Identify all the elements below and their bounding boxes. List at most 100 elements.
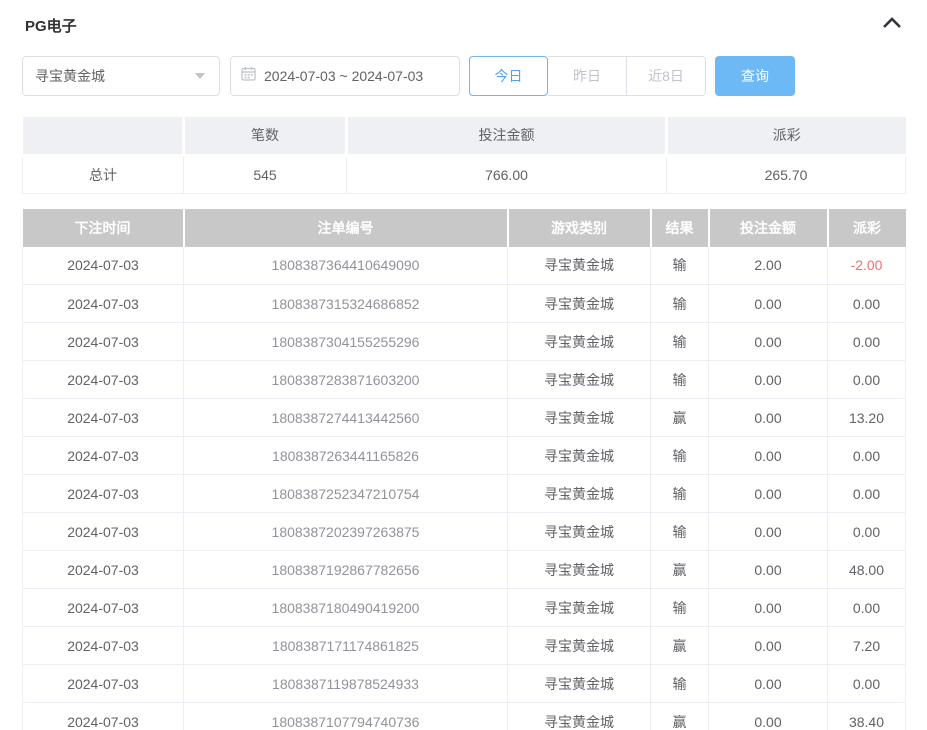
result-cell: 输: [651, 475, 709, 513]
bet-id-cell: 1808387252347210754: [184, 475, 508, 513]
result-cell: 输: [651, 247, 709, 285]
quick-range-group: 今日 昨日 近8日: [469, 56, 706, 96]
header-bet-id: 注单编号: [184, 209, 508, 247]
table-row: 2024-07-031808387119878524933寻宝黄金城输0.000…: [23, 665, 906, 703]
bet-id-cell: 1808387315324686852: [184, 285, 508, 323]
bet-amount-cell: 0.00: [709, 361, 828, 399]
result-cell: 输: [651, 285, 709, 323]
game-type-cell: 寻宝黄金城: [508, 361, 651, 399]
bet-amount-cell: 0.00: [709, 475, 828, 513]
summary-header-count: 笔数: [184, 117, 347, 155]
bet-id-cell: 1808387304155255296: [184, 323, 508, 361]
bet-amount-cell: 0.00: [709, 285, 828, 323]
bet-id-cell: 1808387274413442560: [184, 399, 508, 437]
payout-cell: 7.20: [828, 627, 906, 665]
bet-id-cell: 1808387107794740736: [184, 703, 508, 730]
bet-amount-cell: 0.00: [709, 323, 828, 361]
header-payout: 派彩: [828, 209, 906, 247]
table-row: 2024-07-031808387274413442560寻宝黄金城赢0.001…: [23, 399, 906, 437]
table-row: 2024-07-031808387171174861825寻宝黄金城赢0.007…: [23, 627, 906, 665]
bet-amount-cell: 0.00: [709, 399, 828, 437]
game-type-cell: 寻宝黄金城: [508, 513, 651, 551]
caret-down-icon: [195, 73, 205, 79]
bet-time-cell: 2024-07-03: [23, 247, 184, 285]
table-row: 2024-07-031808387304155255296寻宝黄金城输0.000…: [23, 323, 906, 361]
pg-panel: PG电子 寻宝黄金城 2024-07-03 ~ 2024-07-03 今日 昨日…: [22, 0, 905, 730]
table-row: 2024-07-031808387202397263875寻宝黄金城输0.000…: [23, 513, 906, 551]
page-title: PG电子: [22, 15, 77, 36]
result-cell: 赢: [651, 627, 709, 665]
result-cell: 输: [651, 589, 709, 627]
result-cell: 输: [651, 513, 709, 551]
header-bet-time: 下注时间: [23, 209, 184, 247]
bet-time-cell: 2024-07-03: [23, 627, 184, 665]
bet-time-cell: 2024-07-03: [23, 361, 184, 399]
date-range-picker[interactable]: 2024-07-03 ~ 2024-07-03: [230, 56, 460, 96]
bet-time-cell: 2024-07-03: [23, 589, 184, 627]
payout-cell: 0.00: [828, 475, 906, 513]
game-type-cell: 寻宝黄金城: [508, 703, 651, 730]
chevron-up-icon: [882, 16, 902, 34]
bet-amount-cell: 2.00: [709, 247, 828, 285]
bet-id-cell: 1808387119878524933: [184, 665, 508, 703]
result-cell: 输: [651, 437, 709, 475]
table-row: 2024-07-031808387192867782656寻宝黄金城赢0.004…: [23, 551, 906, 589]
table-row: 2024-07-031808387107794740736寻宝黄金城赢0.003…: [23, 703, 906, 730]
table-row: 2024-07-031808387263441165826寻宝黄金城输0.000…: [23, 437, 906, 475]
game-type-cell: 寻宝黄金城: [508, 665, 651, 703]
calendar-icon: [241, 66, 256, 86]
game-type-cell: 寻宝黄金城: [508, 247, 651, 285]
bet-time-cell: 2024-07-03: [23, 323, 184, 361]
bet-id-cell: 1808387283871603200: [184, 361, 508, 399]
bet-id-cell: 1808387202397263875: [184, 513, 508, 551]
quick-range-yesterday[interactable]: 昨日: [548, 56, 627, 96]
panel-header: PG电子: [22, 13, 905, 37]
payout-cell: 0.00: [828, 323, 906, 361]
bet-time-cell: 2024-07-03: [23, 475, 184, 513]
bet-id-cell: 1808387192867782656: [184, 551, 508, 589]
bet-id-cell: 1808387171174861825: [184, 627, 508, 665]
bet-id-cell: 1808387364410649090: [184, 247, 508, 285]
bet-amount-cell: 0.00: [709, 589, 828, 627]
bet-id-cell: 1808387180490419200: [184, 589, 508, 627]
summary-table: 笔数 投注金额 派彩 总计 545 766.00 265.70: [22, 117, 906, 194]
bet-records-table: 下注时间 注单编号 游戏类别 结果 投注金额 派彩 2024-07-031808…: [22, 209, 906, 730]
game-type-cell: 寻宝黄金城: [508, 437, 651, 475]
game-type-cell: 寻宝黄金城: [508, 551, 651, 589]
filter-bar: 寻宝黄金城 2024-07-03 ~ 2024-07-03 今日 昨日 近8日 …: [22, 56, 905, 96]
quick-range-today[interactable]: 今日: [469, 56, 548, 96]
payout-cell: 0.00: [828, 361, 906, 399]
payout-cell: 0.00: [828, 285, 906, 323]
bet-time-cell: 2024-07-03: [23, 665, 184, 703]
bet-table-body: 2024-07-031808387364410649090寻宝黄金城输2.00-…: [23, 247, 906, 730]
game-type-cell: 寻宝黄金城: [508, 627, 651, 665]
table-row: 2024-07-031808387283871603200寻宝黄金城输0.000…: [23, 361, 906, 399]
result-cell: 输: [651, 361, 709, 399]
summary-header-payout: 派彩: [667, 117, 906, 155]
bet-time-cell: 2024-07-03: [23, 437, 184, 475]
payout-cell: -2.00: [828, 247, 906, 285]
payout-cell: 13.20: [828, 399, 906, 437]
bet-time-cell: 2024-07-03: [23, 703, 184, 730]
bet-time-cell: 2024-07-03: [23, 285, 184, 323]
table-row: 2024-07-031808387180490419200寻宝黄金城输0.000…: [23, 589, 906, 627]
game-type-cell: 寻宝黄金城: [508, 589, 651, 627]
payout-cell: 48.00: [828, 551, 906, 589]
payout-cell: 0.00: [828, 589, 906, 627]
table-row: 2024-07-031808387315324686852寻宝黄金城输0.000…: [23, 285, 906, 323]
bet-id-cell: 1808387263441165826: [184, 437, 508, 475]
collapse-panel-button[interactable]: [879, 14, 905, 36]
summary-total-bet-amount: 766.00: [347, 155, 667, 193]
game-type-cell: 寻宝黄金城: [508, 399, 651, 437]
game-select[interactable]: 寻宝黄金城: [22, 56, 220, 96]
quick-range-last8days[interactable]: 近8日: [627, 56, 706, 96]
header-game-type: 游戏类别: [508, 209, 651, 247]
summary-header-row: 笔数 投注金额 派彩: [23, 117, 906, 155]
bet-amount-cell: 0.00: [709, 513, 828, 551]
search-button[interactable]: 查询: [715, 56, 795, 96]
bet-amount-cell: 0.00: [709, 703, 828, 730]
bet-time-cell: 2024-07-03: [23, 399, 184, 437]
summary-header-bet-amount: 投注金额: [347, 117, 667, 155]
game-type-cell: 寻宝黄金城: [508, 475, 651, 513]
payout-cell: 0.00: [828, 437, 906, 475]
